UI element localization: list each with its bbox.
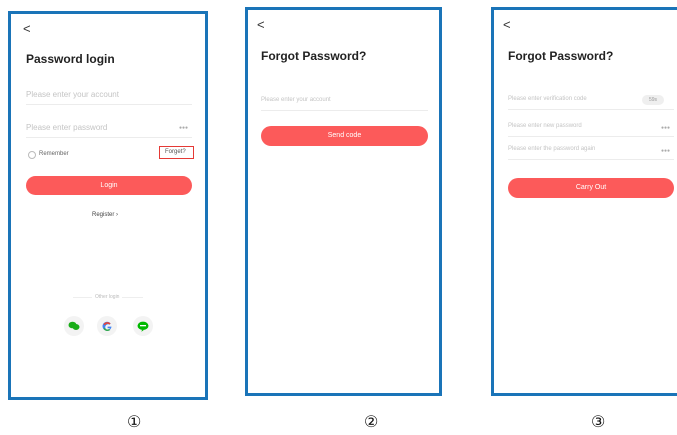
back-icon[interactable]: < bbox=[503, 18, 511, 31]
account-placeholder: Please enter your account bbox=[261, 97, 331, 103]
new-password-placeholder: Please enter new password bbox=[508, 123, 582, 129]
google-icon bbox=[102, 321, 111, 331]
password-login-screen: < Password login Please enter your accou… bbox=[8, 11, 208, 400]
code-countdown-pill[interactable]: 59s bbox=[642, 95, 664, 105]
new-password-input[interactable]: Please enter new password ●●● bbox=[508, 122, 674, 137]
other-login-label: Other login bbox=[92, 294, 123, 300]
verification-placeholder: Please enter verification code bbox=[508, 96, 587, 102]
eye-icon[interactable]: ●●● bbox=[661, 125, 670, 131]
forgot-label: Forget? bbox=[165, 149, 186, 155]
confirm-password-input[interactable]: Please enter the password again ●●● bbox=[508, 145, 674, 160]
line-icon bbox=[137, 321, 149, 332]
eye-icon[interactable]: ●●● bbox=[179, 125, 188, 131]
account-placeholder: Please enter your account bbox=[26, 90, 119, 99]
line-login-button[interactable] bbox=[133, 316, 153, 336]
forgot-link[interactable]: Forget? bbox=[159, 146, 194, 159]
screen-caption-1: ① bbox=[127, 412, 142, 431]
wechat-login-button[interactable] bbox=[64, 316, 84, 336]
carry-out-button[interactable]: Carry Out bbox=[508, 178, 674, 198]
page-title: Password login bbox=[26, 52, 115, 66]
eye-icon[interactable]: ●●● bbox=[661, 148, 670, 154]
google-login-button[interactable] bbox=[97, 316, 117, 336]
remember-radio[interactable] bbox=[28, 151, 36, 159]
confirm-password-placeholder: Please enter the password again bbox=[508, 146, 596, 152]
send-code-button[interactable]: Send code bbox=[261, 126, 428, 146]
back-icon[interactable]: < bbox=[257, 18, 265, 31]
login-button[interactable]: Login bbox=[26, 176, 192, 195]
remember-label: Remember bbox=[39, 151, 69, 157]
register-link[interactable]: Register › bbox=[92, 212, 118, 218]
account-input[interactable]: Please enter your account bbox=[261, 96, 428, 111]
verification-code-input[interactable]: Please enter verification code 59s bbox=[508, 95, 674, 110]
page-title: Forgot Password? bbox=[508, 49, 614, 63]
password-placeholder: Please enter password bbox=[26, 123, 108, 132]
wechat-icon bbox=[68, 321, 80, 330]
screen-caption-3: ③ bbox=[591, 412, 606, 431]
page-title: Forgot Password? bbox=[261, 49, 367, 63]
account-input[interactable]: Please enter your account bbox=[26, 88, 192, 105]
forgot-password-screen: < Forgot Password? Please enter your acc… bbox=[245, 7, 442, 396]
back-icon[interactable]: < bbox=[23, 22, 31, 35]
password-input[interactable]: Please enter password ●●● bbox=[26, 121, 192, 138]
reset-password-screen: < Forgot Password? Please enter verifica… bbox=[491, 7, 677, 396]
screen-caption-2: ② bbox=[364, 412, 379, 431]
